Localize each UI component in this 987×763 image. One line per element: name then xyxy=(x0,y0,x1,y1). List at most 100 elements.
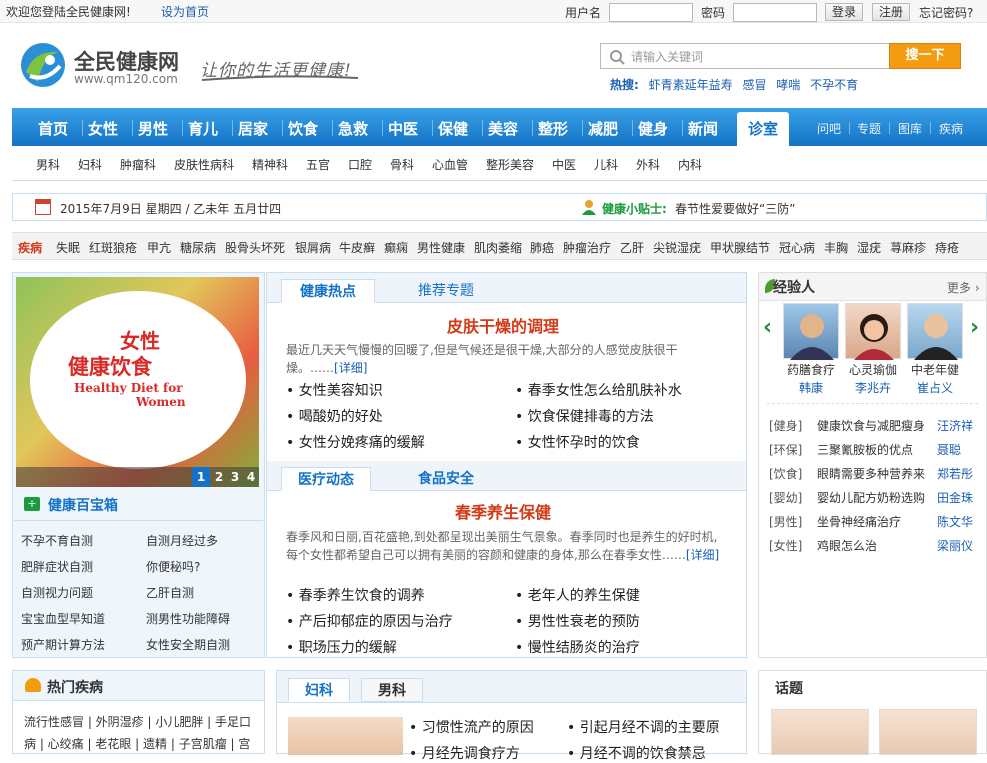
article-item[interactable]: • 引起月经不调的主要原 xyxy=(567,717,720,737)
nav-small-item[interactable]: 疾病 xyxy=(939,120,963,137)
arrow-right-icon[interactable]: › xyxy=(970,315,979,340)
hot-news-title[interactable]: 皮肤干燥的调理 xyxy=(447,313,559,337)
toolbox-item[interactable]: 你便秘吗? xyxy=(146,558,200,575)
disease-link[interactable]: 甲状腺结节 xyxy=(710,239,770,256)
disease-link[interactable]: 糖尿病 xyxy=(180,239,216,256)
disease-link[interactable]: 乙肝 xyxy=(620,239,644,256)
nav-item-home[interactable]: 首页 xyxy=(38,118,68,139)
disease-link[interactable]: 银屑病 xyxy=(295,239,331,256)
disease-link[interactable]: 肺癌 xyxy=(530,239,554,256)
disease-link[interactable]: 癫痫 xyxy=(384,239,408,256)
tab-health-hot[interactable]: 健康热点 xyxy=(281,279,375,303)
qa-question[interactable]: 婴幼儿配方奶粉选购 xyxy=(817,489,925,506)
hot-news-more-link[interactable]: [详细] xyxy=(334,361,367,375)
nav-item-active[interactable]: 诊室 xyxy=(737,112,789,146)
toolbox-item[interactable]: 女性安全期自测 xyxy=(146,636,230,653)
nav-item[interactable]: 急救 xyxy=(338,118,368,139)
subnav-item[interactable]: 口腔 xyxy=(348,156,372,173)
nav-item[interactable]: 中医 xyxy=(388,118,418,139)
nav-item[interactable]: 育儿 xyxy=(188,118,218,139)
toolbox-item[interactable]: 自测月经过多 xyxy=(146,532,218,549)
tab-recommended[interactable]: 推荐专题 xyxy=(399,279,493,303)
toolbox-item[interactable]: 宝宝血型早知道 xyxy=(21,610,105,627)
disease-link[interactable]: 失眠 xyxy=(56,239,80,256)
search-input[interactable]: 请输入关键词 xyxy=(600,43,890,69)
disease-link[interactable]: 甲亢 xyxy=(147,239,171,256)
banner-image[interactable]: 女性 健康饮食 Healthy Diet for Women xyxy=(16,277,259,487)
avatar[interactable] xyxy=(783,303,839,360)
expert-name[interactable]: 崔占义 xyxy=(903,379,967,396)
news-item[interactable]: • 春季女性怎么给肌肤补水 xyxy=(515,380,682,400)
disease-link[interactable]: 肿瘤治疗 xyxy=(563,239,611,256)
news-item[interactable]: • 男性性衰老的预防 xyxy=(515,611,640,631)
login-button[interactable]: 登录 xyxy=(825,3,863,21)
tab-medical-news[interactable]: 医疗动态 xyxy=(281,467,371,491)
disease-link[interactable]: 荨麻疹 xyxy=(890,239,926,256)
logo-icon[interactable] xyxy=(20,42,66,88)
disease-link[interactable]: 男性健康 xyxy=(417,239,465,256)
medical-news-more-link[interactable]: [详细] xyxy=(686,548,719,562)
nav-small-item[interactable]: 图库 xyxy=(898,120,922,137)
disease-link[interactable]: 肌肉萎缩 xyxy=(474,239,522,256)
arrow-left-icon[interactable]: ‹ xyxy=(763,315,772,340)
expert-name[interactable]: 韩康 xyxy=(779,379,843,396)
subnav-item[interactable]: 妇科 xyxy=(78,156,102,173)
subnav-item[interactable]: 五官 xyxy=(306,156,330,173)
disease-link[interactable]: 牛皮癣 xyxy=(339,239,375,256)
hot-diseases-row[interactable]: 流行性感冒 | 外阴湿疹 | 小儿肥胖 | 手足口 xyxy=(24,713,251,730)
news-item[interactable]: • 女性怀孕时的饮食 xyxy=(515,432,640,452)
tab-gynecology[interactable]: 妇科 xyxy=(288,678,350,702)
qa-author[interactable]: 陈文华 xyxy=(937,513,973,530)
toolbox-item[interactable]: 肥胖症状自测 xyxy=(21,558,93,575)
article-thumbnail[interactable] xyxy=(288,717,403,755)
toolbox-item[interactable]: 不孕不育自测 xyxy=(21,532,93,549)
subnav-item[interactable]: 男科 xyxy=(36,156,60,173)
disease-link[interactable]: 冠心病 xyxy=(779,239,815,256)
nav-item[interactable]: 减肥 xyxy=(588,118,618,139)
news-item[interactable]: • 女性分娩疼痛的缓解 xyxy=(286,432,425,452)
register-button[interactable]: 注册 xyxy=(872,3,910,21)
nav-small-item[interactable]: 问吧 xyxy=(817,120,841,137)
subnav-item[interactable]: 外科 xyxy=(636,156,660,173)
news-item[interactable]: • 慢性结肠炎的治疗 xyxy=(515,637,640,657)
subnav-item[interactable]: 骨科 xyxy=(390,156,414,173)
subnav-item[interactable]: 肿瘤科 xyxy=(120,156,156,173)
hot-search-word[interactable]: 虾青素延年益寿 xyxy=(649,78,733,92)
news-item[interactable]: • 喝酸奶的好处 xyxy=(286,406,383,426)
nav-item[interactable]: 健身 xyxy=(638,118,668,139)
hot-diseases-row[interactable]: 病 | 心绞痛 | 老花眼 | 遗精 | 子宫肌瘤 | 宫 xyxy=(24,735,250,752)
qa-author[interactable]: 田金珠 xyxy=(937,489,973,506)
experts-more-link[interactable]: 更多 › xyxy=(947,279,980,296)
set-home-link[interactable]: 设为首页 xyxy=(161,3,209,20)
qa-author[interactable]: 郑若彤 xyxy=(937,465,973,482)
hot-search-word[interactable]: 感冒 xyxy=(742,78,766,92)
article-item[interactable]: • 月经不调的饮食禁忌 xyxy=(567,743,706,763)
qa-question[interactable]: 坐骨神经痛治疗 xyxy=(817,513,901,530)
disease-link[interactable]: 股骨头坏死 xyxy=(225,239,285,256)
subnav-item[interactable]: 内科 xyxy=(678,156,702,173)
disease-link[interactable]: 痔疮 xyxy=(935,239,959,256)
tab-andrology[interactable]: 男科 xyxy=(361,678,423,702)
qa-author[interactable]: 聂聪 xyxy=(937,441,961,458)
medical-news-title[interactable]: 春季养生保健 xyxy=(455,499,551,523)
nav-item[interactable]: 美容 xyxy=(488,118,518,139)
disease-link[interactable]: 红斑狼疮 xyxy=(89,239,137,256)
topic-thumbnail[interactable] xyxy=(879,709,977,755)
password-input[interactable] xyxy=(733,3,817,22)
subnav-item[interactable]: 中医 xyxy=(552,156,576,173)
news-item[interactable]: • 饮食保健排毒的方法 xyxy=(515,406,654,426)
hot-search-word[interactable]: 哮喘 xyxy=(776,78,800,92)
health-tip-link[interactable]: 春节性爱要做好“三防” xyxy=(675,200,795,217)
news-item[interactable]: • 春季养生饮食的调养 xyxy=(286,585,425,605)
nav-item[interactable]: 女性 xyxy=(88,118,118,139)
nav-small-item[interactable]: 专题 xyxy=(857,120,881,137)
disease-link[interactable]: 湿疣 xyxy=(857,239,881,256)
news-item[interactable]: • 女性美容知识 xyxy=(286,380,383,400)
news-item[interactable]: • 职场压力的缓解 xyxy=(286,637,397,657)
hot-search-word[interactable]: 不孕不育 xyxy=(810,78,858,92)
toolbox-item[interactable]: 预产期计算方法 xyxy=(21,636,105,653)
qa-author[interactable]: 汪济祥 xyxy=(937,417,973,434)
subnav-item[interactable]: 心血管 xyxy=(432,156,468,173)
toolbox-item[interactable]: 乙肝自测 xyxy=(146,584,194,601)
tab-food-safety[interactable]: 食品安全 xyxy=(399,467,493,491)
